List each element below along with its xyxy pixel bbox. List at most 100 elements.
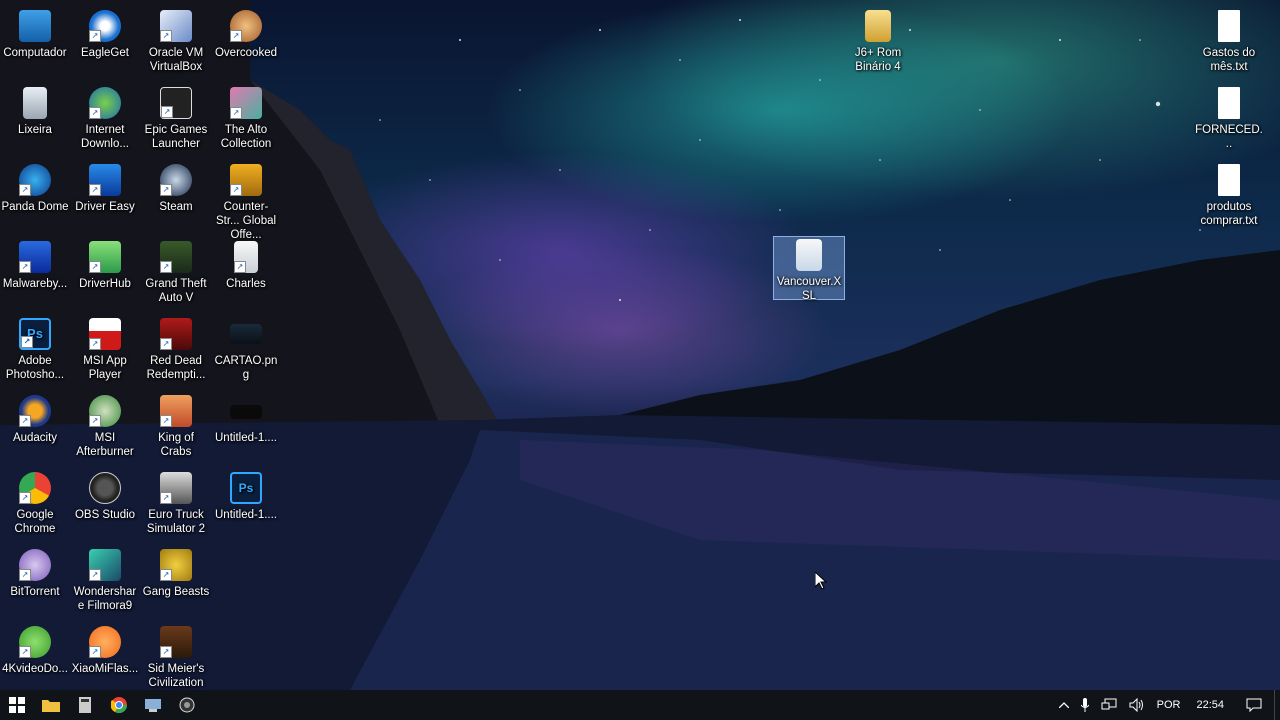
desktop-icon-photoshop[interactable]: Ps ↗ Adobe Photosho... — [0, 314, 70, 388]
icon-label: BitTorrent — [10, 586, 60, 598]
icon-label: Sid Meier's Civilization VI — [147, 663, 205, 689]
desktop-icon-bittorrent[interactable]: ↗ BitTorrent — [0, 545, 70, 619]
xiaomi-flash-icon: ↗ — [89, 626, 121, 658]
action-center-button[interactable] — [1234, 690, 1274, 720]
desktop-icon-j6-rom[interactable]: J6+ Rom Binário 4 — [843, 6, 913, 80]
show-hidden-icons-button[interactable] — [1053, 690, 1075, 720]
desktop-icon-red-dead[interactable]: ↗ Red Dead Redempti... — [141, 314, 211, 388]
icon-label: DriverHub — [79, 278, 131, 290]
icon-label: OBS Studio — [74, 509, 136, 521]
desktop-icon-driver-easy[interactable]: ↗ Driver Easy — [70, 160, 140, 234]
notification-icon — [1246, 698, 1262, 712]
start-button[interactable] — [0, 690, 34, 720]
clock[interactable]: 22:54 — [1186, 690, 1234, 720]
msi-app-player-icon: ↗ — [89, 318, 121, 350]
zip-folder-icon — [865, 10, 891, 42]
desktop-icon-panda-dome[interactable]: ↗ Panda Dome — [0, 160, 70, 234]
desktop-icon-filmora[interactable]: ↗ Wondershare Filmora9 — [70, 545, 140, 619]
taskbar-network-app[interactable] — [136, 690, 170, 720]
king-of-crabs-icon: ↗ — [160, 395, 192, 427]
desktop-icon-csgo[interactable]: ↗ Counter-Str... Global Offe... — [211, 160, 281, 241]
network-tray-button[interactable] — [1095, 690, 1123, 720]
desktop-icon-msi-afterburner[interactable]: ↗ MSI Afterburner — [70, 391, 140, 465]
icon-label: Panda Dome — [1, 201, 69, 213]
eagleget-icon: ↗ — [89, 10, 121, 42]
file-explorer-icon — [42, 700, 60, 712]
civilization-vi-icon: ↗ — [160, 626, 192, 658]
desktop-icon-cartao-png[interactable]: CARTAO.png — [211, 314, 281, 388]
desktop-icon-vancouver-xsl[interactable]: Vancouver.XSL — [773, 236, 845, 302]
icon-label: Driver Easy — [75, 201, 135, 213]
desktop-icon-msi-app-player[interactable]: ↗ MSI App Player — [70, 314, 140, 388]
icon-label: Steam — [159, 201, 193, 213]
virtualbox-icon: ↗ — [160, 10, 192, 42]
xsl-file-icon — [796, 239, 822, 271]
driver-easy-icon: ↗ — [89, 164, 121, 196]
overcooked-icon: ↗ — [230, 10, 262, 42]
icon-label: Adobe Photosho... — [5, 355, 65, 381]
icon-label: Euro Truck Simulator 2 — [146, 509, 206, 535]
taskbar-chrome[interactable] — [102, 690, 136, 720]
taskbar: POR 22:54 — [0, 690, 1280, 720]
desktop-icon-untitled-1-image[interactable]: Untitled-1.... — [211, 391, 281, 465]
icon-label: Epic Games Launcher — [144, 124, 208, 150]
desktop-icon-computador[interactable]: Computador — [0, 6, 70, 80]
chrome-icon: ↗ — [19, 472, 51, 504]
icon-label: EagleGet — [81, 47, 129, 59]
desktop-icon-eagleget[interactable]: ↗ EagleGet — [70, 6, 140, 80]
desktop-icon-alto-collection[interactable]: ↗ The Alto Collection — [211, 83, 281, 157]
desktop-icon-civilization-vi[interactable]: ↗ Sid Meier's Civilization VI — [141, 622, 211, 690]
desktop-icon-king-of-crabs[interactable]: ↗ King of Crabs — [141, 391, 211, 465]
desktop-icon-gang-beasts[interactable]: ↗ Gang Beasts — [141, 545, 211, 619]
icon-label: MSI Afterburner — [76, 432, 134, 458]
icon-label: Red Dead Redempti... — [146, 355, 206, 381]
desktop-icon-virtualbox[interactable]: ↗ Oracle VM VirtualBox — [141, 6, 211, 80]
desktop-icon-gta-v[interactable]: ↗ Grand Theft Auto V — [141, 237, 211, 311]
desktop-icon-untitled-1-psd[interactable]: Ps Untitled-1.... — [211, 468, 281, 542]
desktop-icon-euro-truck[interactable]: ↗ Euro Truck Simulator 2 — [141, 468, 211, 542]
desktop-icon-malwarebytes[interactable]: ↗ Malwareby... — [0, 237, 70, 311]
desktop-icon-overcooked[interactable]: ↗ Overcooked — [211, 6, 281, 80]
desktop-icon-driverhub[interactable]: ↗ DriverHub — [70, 237, 140, 311]
icon-label: Untitled-1.... — [215, 432, 277, 444]
taskbar-file-explorer[interactable] — [34, 690, 68, 720]
desktop-icon-charles[interactable]: ↗ Charles — [211, 237, 281, 311]
icon-label: produtos comprar.txt — [1200, 201, 1258, 227]
desktop-icon-google-chrome[interactable]: ↗ Google Chrome — [0, 468, 70, 542]
desktop-icon-gastos-do-mes[interactable]: Gastos do mês.txt — [1194, 6, 1264, 80]
chevron-up-icon — [1058, 702, 1069, 708]
desktop-icon-fornecedores[interactable]: FORNECED... — [1194, 83, 1264, 157]
desktop-icon-produtos-comprar[interactable]: produtos comprar.txt — [1194, 160, 1264, 234]
desktop-icon-4kvideodownloader[interactable]: ↗ 4KvideoDo... — [0, 622, 70, 690]
show-desktop-button[interactable] — [1274, 690, 1280, 720]
icon-label: J6+ Rom Binário 4 — [854, 47, 902, 73]
gang-beasts-icon: ↗ — [160, 549, 192, 581]
calculator-icon — [79, 697, 91, 713]
taskbar-calculator[interactable] — [68, 690, 102, 720]
volume-tray-button[interactable] — [1123, 690, 1151, 720]
red-dead-icon: ↗ — [160, 318, 192, 350]
desktop-icon-internet-download-manager[interactable]: ↗ Internet Downlo... — [70, 83, 140, 157]
psd-file-icon: Ps — [230, 472, 262, 504]
photoshop-icon: Ps ↗ — [19, 318, 51, 350]
euro-truck-icon: ↗ — [160, 472, 192, 504]
desktop-icon-xiaomiflash[interactable]: ↗ XiaoMiFlas... — [70, 622, 140, 690]
text-file-icon — [1218, 10, 1240, 42]
desktop-icon-epic-games[interactable]: ↗ Epic Games Launcher — [141, 83, 211, 157]
icon-label: Audacity — [12, 432, 58, 444]
icon-label: MSI App Player — [83, 355, 127, 381]
taskbar-obs[interactable] — [170, 690, 204, 720]
chrome-icon — [111, 697, 127, 713]
input-language-indicator[interactable]: POR — [1151, 690, 1187, 720]
internet-download-manager-icon: ↗ — [89, 87, 121, 119]
desktop-icon-obs-studio[interactable]: OBS Studio — [70, 468, 140, 542]
desktop-icon-audacity[interactable]: ↗ Audacity — [0, 391, 70, 465]
image-file-icon — [230, 324, 262, 344]
text-file-icon — [1218, 164, 1240, 196]
microphone-tray-button[interactable] — [1075, 690, 1095, 720]
csgo-icon: ↗ — [230, 164, 262, 196]
audacity-icon: ↗ — [19, 395, 51, 427]
desktop-icon-lixeira[interactable]: Lixeira — [0, 83, 70, 157]
windows-start-icon — [9, 697, 25, 713]
desktop-icon-steam[interactable]: ↗ Steam — [141, 160, 211, 234]
